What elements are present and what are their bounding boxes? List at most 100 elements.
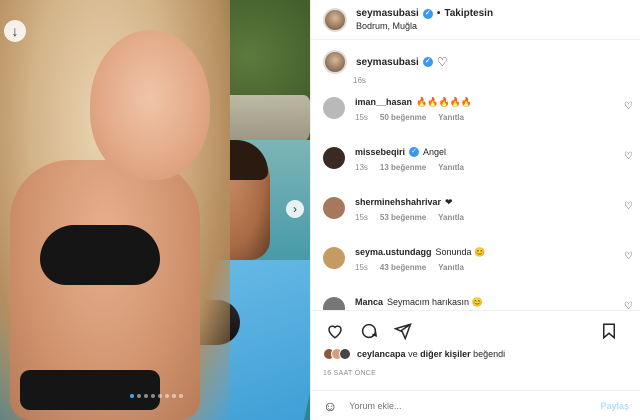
comment-likes[interactable]: 53 beğenme bbox=[380, 213, 426, 222]
post-comment-button[interactable]: Paylaş bbox=[600, 401, 629, 411]
likes-text: ceylancapa ve diğer kişiler beğendi bbox=[357, 349, 505, 359]
post-timestamp[interactable]: 16 SAAT ÖNCE bbox=[323, 370, 376, 377]
carousel-dot bbox=[144, 394, 148, 398]
comment-likes[interactable]: 50 beğenme bbox=[380, 113, 426, 122]
comment-line: Manca Seymacım harıkasın 😊 bbox=[355, 295, 605, 309]
comment-line: sherminehshahrivar ❤ bbox=[355, 195, 605, 209]
comment-heart-icon[interactable]: ♡ bbox=[624, 301, 633, 310]
verified-badge-icon: ✓ bbox=[422, 57, 433, 67]
header-meta: seymasubasi ✓ • Takiptesin Bodrum, Muğla bbox=[356, 8, 493, 31]
carousel-dots bbox=[130, 394, 183, 398]
carousel-dot bbox=[137, 394, 141, 398]
white-heart-icon: ♡ bbox=[436, 55, 448, 69]
carousel-dot-active bbox=[130, 394, 134, 398]
header-separator: • bbox=[436, 8, 441, 19]
carousel-dot bbox=[158, 394, 162, 398]
likes-connector: ve bbox=[408, 349, 418, 359]
comment-meta: 15s 50 beğenme Yanıtla bbox=[355, 113, 605, 122]
likes-others-link[interactable]: diğer kişiler bbox=[420, 349, 471, 359]
photo-bikini-bottom bbox=[20, 370, 160, 410]
comment-likes[interactable]: 13 beğenme bbox=[380, 163, 426, 172]
action-bar bbox=[311, 310, 640, 350]
carousel-dot bbox=[172, 394, 176, 398]
comment-time[interactable]: 13s bbox=[355, 163, 368, 172]
commenter-avatar[interactable] bbox=[323, 247, 345, 269]
comment-meta: 15s 43 beğenme Yanıtla bbox=[355, 263, 605, 272]
author-username[interactable]: seymasubasi bbox=[356, 8, 419, 19]
comment-icon[interactable] bbox=[357, 319, 381, 343]
header-row: seymasubasi ✓ • Takiptesin bbox=[356, 8, 493, 19]
comment-body: seyma.ustundagg Sonunda 😊 15s 43 beğenme Yan… bbox=[355, 245, 605, 295]
caption-time[interactable]: 16s bbox=[353, 76, 366, 85]
commenter-username[interactable]: sherminehshahrivar bbox=[355, 195, 441, 209]
likes-verb: beğendi bbox=[473, 349, 506, 359]
commenter-username[interactable]: seyma.ustundagg bbox=[355, 245, 432, 259]
commenter-avatar[interactable] bbox=[323, 197, 345, 219]
add-comment-bar: ☺ Paylaş bbox=[311, 390, 640, 420]
commenter-avatar[interactable] bbox=[323, 297, 345, 310]
comment-heart-icon[interactable]: ♡ bbox=[624, 101, 633, 112]
comment-heart-icon[interactable]: ♡ bbox=[624, 201, 633, 212]
comment-item: iman__hasan 🔥🔥🔥🔥🔥 15s 50 beğenme Yanıtla ♡ bbox=[311, 95, 640, 145]
share-icon[interactable] bbox=[391, 319, 415, 343]
commenter-username[interactable]: missebeqiri bbox=[355, 145, 405, 159]
commenter-username[interactable]: Manca bbox=[355, 295, 383, 309]
caption-line: seymasubasi ✓ ♡ bbox=[356, 55, 448, 69]
reply-button[interactable]: Yanıtla bbox=[438, 263, 464, 272]
comment-time[interactable]: 15s bbox=[355, 113, 368, 122]
comment-text: Seymacım harıkasın 😊 bbox=[387, 297, 483, 307]
download-icon[interactable]: ↓ bbox=[4, 20, 26, 42]
caption-username[interactable]: seymasubasi bbox=[356, 57, 419, 68]
carousel-dot bbox=[179, 394, 183, 398]
commenter-avatar[interactable] bbox=[323, 147, 345, 169]
comment-item: Manca Seymacım harıkasın 😊 ♡ bbox=[311, 295, 640, 310]
heart-icon[interactable] bbox=[323, 319, 347, 343]
carousel-dot bbox=[165, 394, 169, 398]
liker-username[interactable]: ceylancapa bbox=[357, 349, 406, 359]
comment-text: Sonunda 😊 bbox=[435, 247, 486, 257]
caption: seymasubasi ✓ ♡ bbox=[323, 50, 448, 74]
liker-avatar[interactable] bbox=[339, 348, 351, 360]
comment-body: iman__hasan 🔥🔥🔥🔥🔥 15s 50 beğenme Yanıtla bbox=[355, 95, 605, 145]
comment-line: seyma.ustundagg Sonunda 😊 bbox=[355, 245, 605, 259]
comment-text: Angel bbox=[423, 147, 447, 157]
comment-item: seyma.ustundagg Sonunda 😊 15s 43 beğenme Yan… bbox=[311, 245, 640, 295]
verified-badge-icon: ✓ bbox=[409, 147, 420, 157]
comment-heart-icon[interactable]: ♡ bbox=[624, 151, 633, 162]
commenter-avatar[interactable] bbox=[323, 97, 345, 119]
comment-meta: 13s 13 beğenme Yanıtla bbox=[355, 163, 605, 172]
caption-avatar[interactable] bbox=[323, 50, 347, 74]
post-sidebar: seymasubasi ✓ • Takiptesin Bodrum, Muğla… bbox=[310, 0, 640, 420]
comment-item: missebeqiri ✓ Angel 13s 13 beğenme Yanıtla ♡ bbox=[311, 145, 640, 195]
comment-item: sherminehshahrivar ❤ 15s 53 beğenme Yanıtla ♡ bbox=[311, 195, 640, 245]
reply-button[interactable]: Yanıtla bbox=[438, 163, 464, 172]
comment-time[interactable]: 15s bbox=[355, 213, 368, 222]
comment-text: 🔥🔥🔥🔥🔥 bbox=[416, 97, 473, 107]
bookmark-icon[interactable] bbox=[597, 319, 621, 343]
next-image-icon[interactable]: › bbox=[286, 200, 304, 218]
reply-button[interactable]: Yanıtla bbox=[438, 113, 464, 122]
comment-body: Manca Seymacım harıkasın 😊 bbox=[355, 295, 605, 310]
comment-heart-icon[interactable]: ♡ bbox=[624, 251, 633, 262]
instagram-post-view: ↓ › seymasubasi ✓ • Takiptesin Bodrum, M… bbox=[0, 0, 640, 420]
post-location[interactable]: Bodrum, Muğla bbox=[356, 21, 493, 31]
photo-face bbox=[90, 30, 210, 180]
verified-badge-icon: ✓ bbox=[422, 8, 433, 19]
comment-time[interactable]: 15s bbox=[355, 263, 368, 272]
post-photo[interactable]: ↓ › bbox=[0, 0, 310, 420]
emoji-icon[interactable]: ☺ bbox=[323, 398, 337, 414]
post-header: seymasubasi ✓ • Takiptesin Bodrum, Muğla bbox=[311, 0, 640, 40]
comment-line: iman__hasan 🔥🔥🔥🔥🔥 bbox=[355, 95, 605, 109]
comment-likes[interactable]: 43 beğenme bbox=[380, 263, 426, 272]
comment-text: ❤ bbox=[445, 197, 453, 207]
comment-line: missebeqiri ✓ Angel bbox=[355, 145, 605, 159]
following-button[interactable]: Takiptesin bbox=[444, 8, 493, 19]
commenter-username[interactable]: iman__hasan bbox=[355, 95, 412, 109]
likes-summary: ceylancapa ve diğer kişiler beğendi bbox=[323, 348, 505, 360]
comment-input[interactable] bbox=[349, 400, 570, 411]
avatar[interactable] bbox=[323, 7, 347, 32]
reply-button[interactable]: Yanıtla bbox=[438, 213, 464, 222]
photo-bikini-top bbox=[40, 225, 160, 285]
comment-body: missebeqiri ✓ Angel 13s 13 beğenme Yanıtla bbox=[355, 145, 605, 195]
comment-meta: 15s 53 beğenme Yanıtla bbox=[355, 213, 605, 222]
